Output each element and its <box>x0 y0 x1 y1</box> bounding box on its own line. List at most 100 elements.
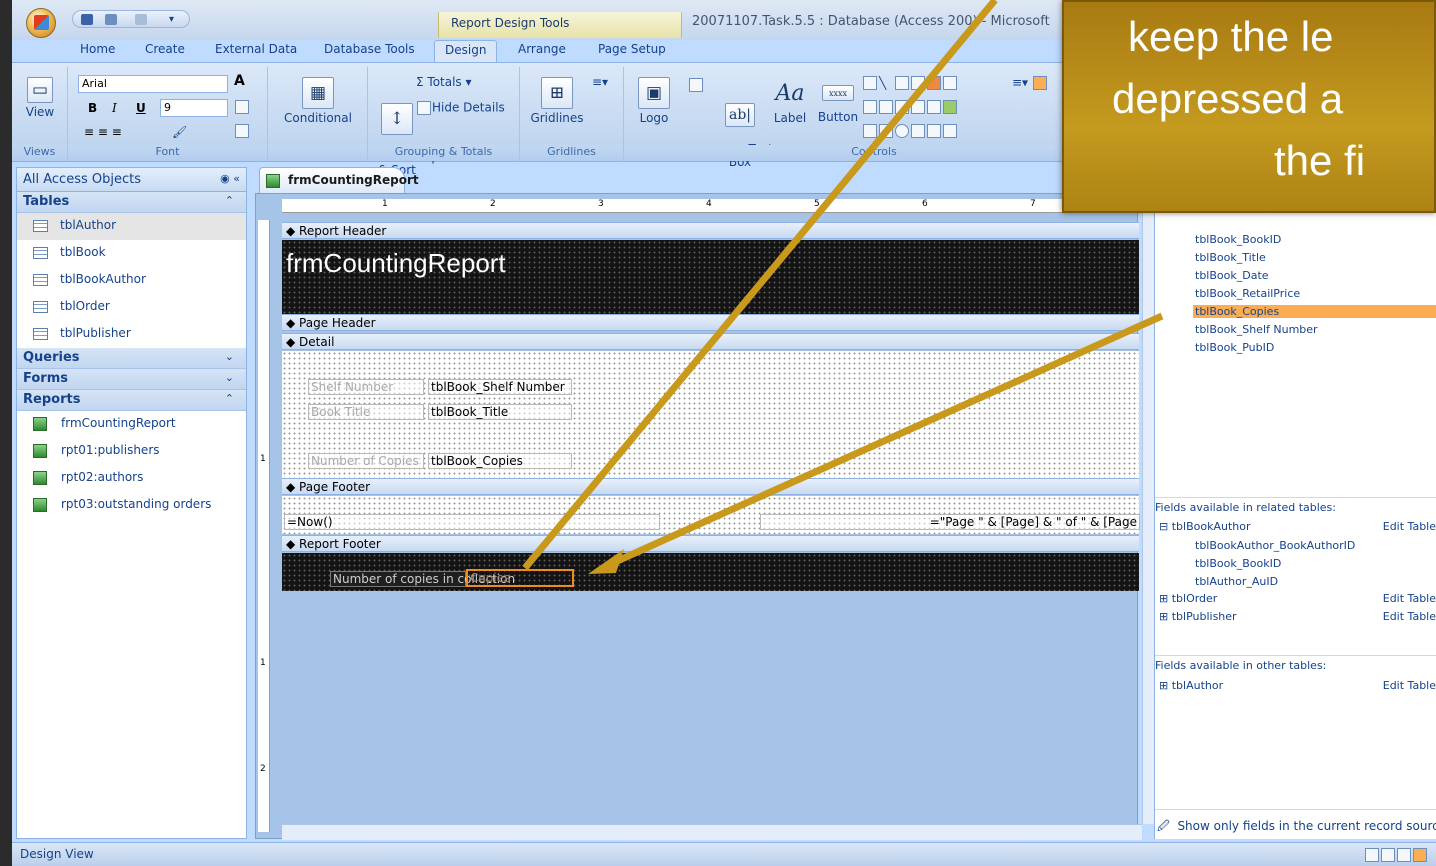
nav-item-tblbook[interactable]: tblBook <box>17 240 246 267</box>
field-list-item[interactable]: tblBook_Title <box>1195 251 1266 264</box>
tab-database-tools[interactable]: Database Tools <box>324 42 415 56</box>
totals-button[interactable]: Σ Totals ▾ <box>416 75 472 89</box>
tab-design[interactable]: Design <box>434 40 498 62</box>
edit-table-link[interactable]: Edit Table <box>1383 610 1436 623</box>
controls-gallery-row3[interactable] <box>862 123 958 139</box>
book-title-label[interactable]: Book Title <box>308 404 424 420</box>
related-field-item[interactable]: tblBook_BookID <box>1195 557 1281 570</box>
related-field-item[interactable]: tblAuthor_AuID <box>1195 575 1278 588</box>
horizontal-scrollbar[interactable] <box>282 824 1142 840</box>
label-button[interactable]: Aa Label <box>770 77 810 125</box>
tab-create[interactable]: Create <box>145 42 185 56</box>
controls-gallery-row2[interactable] <box>862 99 958 115</box>
command-button[interactable]: xxxx Button <box>816 77 860 124</box>
gridline-style-icon[interactable] <box>234 123 250 139</box>
section-bar-page-header[interactable]: ◆ Page Header <box>282 314 1139 331</box>
field-list-pane: tblBook_BookID tblBook_Title tblBook_Dat… <box>1154 167 1436 839</box>
view-button[interactable]: ▭ View <box>22 77 58 119</box>
field-list-item-selected[interactable]: tblBook_Copies <box>1193 305 1436 318</box>
edit-table-link[interactable]: Edit Table <box>1383 592 1436 605</box>
report-title[interactable]: frmCountingReport <box>286 248 506 279</box>
section-bar-detail[interactable]: ◆ Detail <box>282 333 1139 350</box>
font-color-icon[interactable]: A <box>234 73 245 89</box>
save-icon[interactable] <box>81 14 93 25</box>
nav-category-reports[interactable]: Reports ⌃ <box>17 390 246 411</box>
show-only-fields-option[interactable]: 🖉 Show only fields in the current record… <box>1157 817 1436 838</box>
expand-icon[interactable]: ⊞ <box>1159 610 1168 623</box>
related-field-item[interactable]: tblBookAuthor_BookAuthorID <box>1195 539 1355 552</box>
gridline-width-icon[interactable]: ≡▾ <box>592 75 608 89</box>
page-number-icon[interactable] <box>688 77 704 93</box>
related-table-tblpublisher[interactable]: ⊞ tblPublisher <box>1159 610 1237 623</box>
line-style-icons[interactable]: ≡▾ <box>1012 75 1048 91</box>
nav-item-rpt01[interactable]: rpt01:publishers <box>17 438 246 465</box>
expand-icon[interactable]: ⊞ <box>1159 679 1168 692</box>
field-list-item[interactable]: tblBook_PubID <box>1195 341 1274 354</box>
field-list-item[interactable]: tblBook_BookID <box>1195 233 1281 246</box>
footer-copies-label[interactable]: Number of copies in collection <box>330 571 515 587</box>
gridlines-button[interactable]: ⊞ Gridlines <box>528 77 586 125</box>
date-textbox[interactable]: =Now() <box>284 514 660 530</box>
tab-page-setup[interactable]: Page Setup <box>598 42 666 56</box>
other-tables-header: Fields available in other tables: <box>1155 659 1327 672</box>
logo-button[interactable]: ▣ Logo <box>632 77 676 125</box>
section-bar-report-header[interactable]: ◆ Report Header <box>282 222 1139 239</box>
book-title-textbox[interactable]: tblBook_Title <box>428 404 572 420</box>
format-painter-icon[interactable]: 🖌 <box>172 125 187 139</box>
underline-icon[interactable]: U <box>136 101 146 115</box>
align-icons[interactable]: ≡ ≡ ≡ <box>84 125 122 139</box>
nav-category-queries[interactable]: Queries ⌄ <box>17 348 246 369</box>
conditional-button[interactable]: ▦ Conditional <box>278 77 358 125</box>
view-switcher-icons[interactable] <box>1364 847 1428 863</box>
copies-label[interactable]: Number of Copies <box>308 453 424 469</box>
italic-icon[interactable]: I <box>112 101 117 115</box>
tab-home[interactable]: Home <box>80 42 115 56</box>
field-list-item[interactable]: tblBook_Shelf Number <box>1195 323 1318 336</box>
font-size-select[interactable]: 9 <box>160 99 228 117</box>
shelf-number-label[interactable]: Shelf Number <box>308 379 424 395</box>
nav-item-rpt02[interactable]: rpt02:authors <box>17 465 246 492</box>
hide-details-button[interactable]: Hide Details <box>416 100 505 116</box>
tab-external-data[interactable]: External Data <box>215 42 297 56</box>
customize-qat-icon[interactable]: ▾ <box>169 14 181 25</box>
text-box-button[interactable]: ab| Text Box <box>718 77 773 182</box>
document-tab[interactable]: frmCountingReport <box>259 167 419 193</box>
related-table-tblorder[interactable]: ⊞ tblOrder <box>1159 592 1217 605</box>
nav-item-tblauthor[interactable]: tblAuthor <box>17 213 246 240</box>
nav-menu-icon[interactable]: ◉ « <box>220 172 240 185</box>
related-table-tblbookauthor[interactable]: ⊟ tblBookAuthor <box>1159 520 1250 533</box>
office-button[interactable] <box>26 8 56 38</box>
font-face-select[interactable]: Arial <box>78 75 228 93</box>
report-footer-section[interactable]: Number of copies in collection Copies <box>282 553 1139 591</box>
field-list-item[interactable]: tblBook_Date <box>1195 269 1269 282</box>
page-footer-section[interactable]: =Now() ="Page " & [Page] & " of " & [Pag… <box>282 496 1140 534</box>
tab-arrange[interactable]: Arrange <box>518 42 566 56</box>
nav-item-tblpublisher[interactable]: tblPublisher <box>17 321 246 348</box>
redo-icon[interactable] <box>135 14 147 25</box>
fill-color-icon[interactable] <box>234 99 250 115</box>
expand-icon[interactable]: ⊞ <box>1159 592 1168 605</box>
copies-textbox[interactable]: tblBook_Copies <box>428 453 572 469</box>
nav-category-forms[interactable]: Forms ⌄ <box>17 369 246 390</box>
nav-item-tblbookauthor[interactable]: tblBookAuthor <box>17 267 246 294</box>
nav-category-tables[interactable]: Tables ⌃ <box>17 192 246 213</box>
nav-item-frmcountingreport[interactable]: frmCountingReport <box>17 411 246 438</box>
report-header-section[interactable]: frmCountingReport <box>282 240 1139 314</box>
shelf-number-textbox[interactable]: tblBook_Shelf Number <box>428 379 572 395</box>
undo-icon[interactable] <box>105 14 117 25</box>
nav-item-rpt03[interactable]: rpt03:outstanding orders <box>17 492 246 519</box>
collapse-icon[interactable]: ⊟ <box>1159 520 1168 533</box>
bold-icon[interactable]: B <box>88 101 97 115</box>
section-bar-report-footer[interactable]: ◆ Report Footer <box>282 535 1139 552</box>
edit-table-link[interactable]: Edit Table <box>1383 679 1436 692</box>
detail-section[interactable]: Shelf Number tblBook_Shelf Number Book T… <box>282 351 1139 478</box>
controls-gallery-row1[interactable]: ╲ <box>862 75 958 91</box>
section-bar-page-footer[interactable]: ◆ Page Footer <box>282 478 1139 495</box>
page-number-textbox[interactable]: ="Page " & [Page] & " of " & [Page <box>760 514 1140 530</box>
nav-item-tblorder[interactable]: tblOrder <box>17 294 246 321</box>
field-list-item[interactable]: tblBook_RetailPrice <box>1195 287 1300 300</box>
edit-table-link[interactable]: Edit Table <box>1383 520 1436 533</box>
other-table-tblauthor[interactable]: ⊞ tblAuthor <box>1159 679 1223 692</box>
nav-header[interactable]: All Access Objects ◉ « <box>17 168 246 192</box>
footer-copies-textbox[interactable]: Copies <box>466 569 574 587</box>
